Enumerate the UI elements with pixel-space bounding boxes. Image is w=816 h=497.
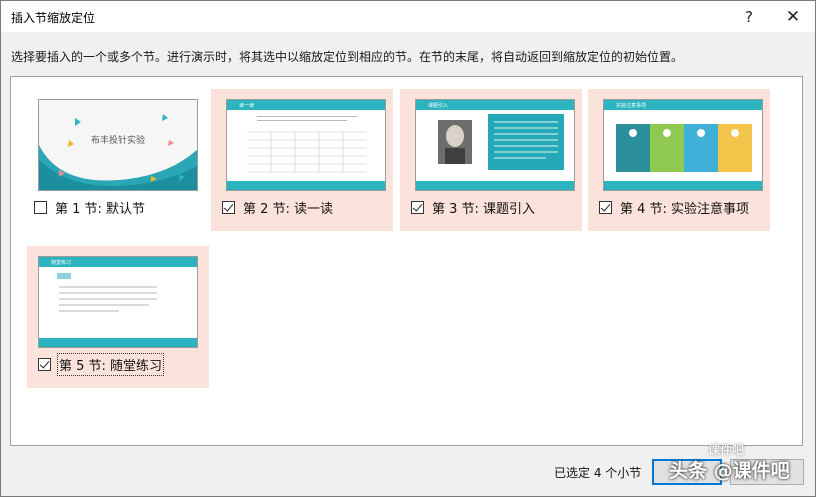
close-icon: ✕	[785, 6, 801, 27]
instruction-text: 选择要插入的一个或多个节。进行演示时，将其选中以缩放定位到相应的节。在节的末尾，…	[11, 50, 684, 64]
slide-3-graphic	[438, 114, 564, 170]
section-item-2[interactable]: 读一读 第 2 节: 读一读	[211, 89, 393, 231]
slide-5-graphic	[57, 273, 157, 312]
section-label-2: 第 2 节: 读一读	[243, 202, 334, 217]
help-icon: ?	[745, 7, 753, 26]
slide-3-footer-bar	[416, 181, 574, 190]
section-item-1[interactable]: 布丰投针实验 第 1 节: 默认节	[23, 89, 205, 231]
slide-thumbnail-4[interactable]: 实验注意事项	[603, 99, 763, 191]
title-bar: 插入节缩放定位 ? ✕	[1, 1, 815, 32]
dialog-title: 插入节缩放定位	[11, 11, 96, 25]
section-checkbox-2[interactable]	[222, 201, 235, 214]
slide-2-text-line	[257, 116, 357, 117]
slide-2-footer-bar	[227, 181, 385, 190]
section-checkbox-3[interactable]	[411, 201, 424, 214]
section-caption-4[interactable]: 第 4 节: 实验注意事项	[599, 198, 749, 217]
section-checkbox-5[interactable]	[38, 358, 51, 371]
section-item-4[interactable]: 实验注意事项 第 4 节: 实验注意事项	[588, 89, 770, 231]
slide-2-text-line	[257, 120, 347, 121]
slide-2-table-graphic	[247, 131, 367, 173]
section-label-1: 第 1 节: 默认节	[55, 202, 146, 217]
slide-thumbnail-3[interactable]: 课题引入	[415, 99, 575, 191]
insert-section-zoom-dialog: 插入节缩放定位 ? ✕ 选择要插入的一个或多个节。进行演示时，将其选中以缩放定位…	[0, 0, 816, 497]
section-checkbox-4[interactable]	[599, 201, 612, 214]
close-button[interactable]: ✕	[771, 1, 815, 32]
section-caption-3[interactable]: 第 3 节: 课题引入	[411, 198, 535, 217]
section-caption-5[interactable]: 第 5 节: 随堂练习	[38, 353, 165, 376]
section-checkbox-1[interactable]	[34, 201, 47, 214]
slide-1-title: 布丰投针实验	[91, 136, 146, 146]
slide-thumbnail-1[interactable]: 布丰投针实验	[38, 99, 198, 191]
section-label-5: 第 5 节: 随堂练习	[56, 353, 165, 376]
section-caption-1[interactable]: 第 1 节: 默认节	[34, 198, 145, 217]
slide-4-footer-bar	[604, 181, 762, 190]
slide-thumbnail-2[interactable]: 读一读	[226, 99, 386, 191]
section-label-3: 第 3 节: 课题引入	[432, 202, 536, 217]
help-button[interactable]: ?	[727, 1, 771, 32]
section-list[interactable]: 布丰投针实验 第 1 节: 默认节 读一读 第 2 节: 读一读 课题引入 第 …	[10, 76, 803, 446]
watermark: 头条 @课件吧	[669, 460, 790, 482]
selection-status: 已选定 4 个小节	[554, 466, 642, 480]
section-label-4: 第 4 节: 实验注意事项	[620, 202, 750, 217]
section-item-5[interactable]: 随堂练习 第 5 节: 随堂练习	[27, 246, 209, 388]
slide-2-header: 读一读	[239, 103, 255, 109]
section-caption-2[interactable]: 第 2 节: 读一读	[222, 198, 333, 217]
slide-4-graphic	[616, 124, 752, 172]
section-item-3[interactable]: 课题引入 第 3 节: 课题引入	[400, 89, 582, 231]
slide-thumbnail-5[interactable]: 随堂练习	[38, 256, 198, 348]
slide-5-footer-bar	[39, 338, 197, 347]
